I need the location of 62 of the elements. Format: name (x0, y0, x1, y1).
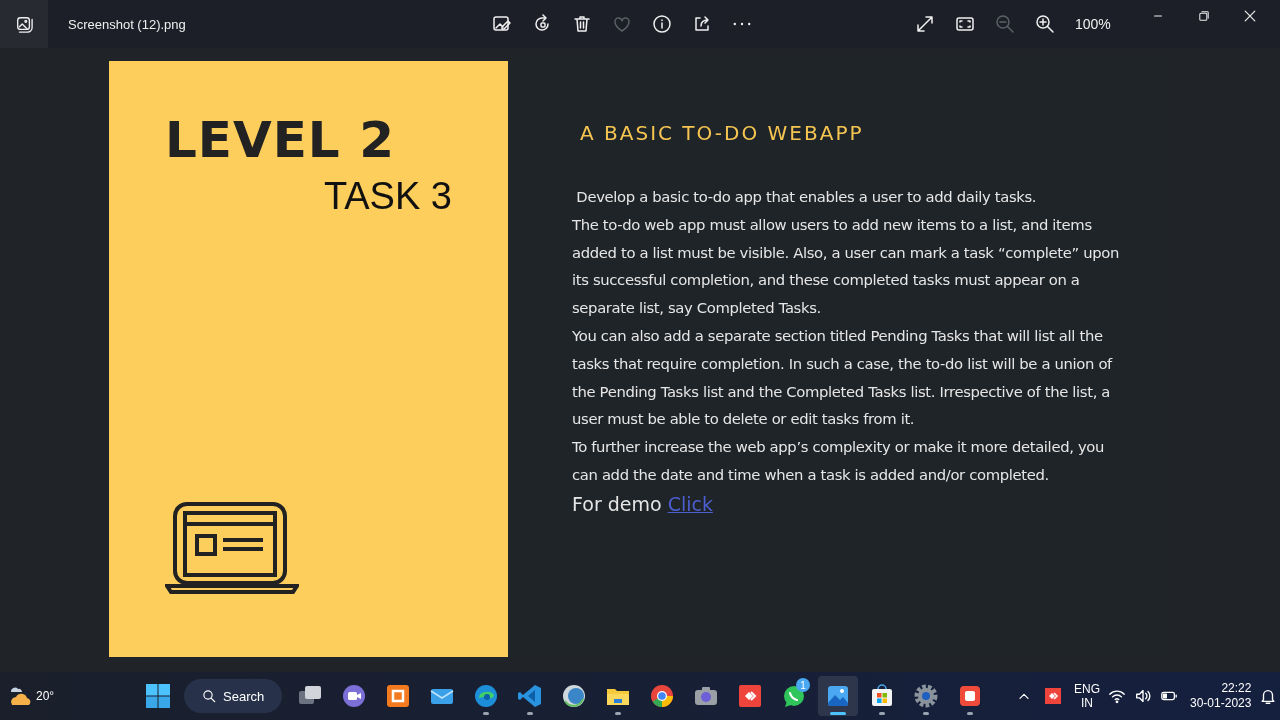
close-icon (1242, 8, 1258, 24)
chrome-icon (649, 683, 675, 709)
language: ENG (1074, 682, 1100, 696)
running-indicator (483, 712, 489, 715)
browser-wave-icon (473, 683, 499, 709)
window-title: Screenshot (12).png (68, 16, 187, 32)
clock-date: 30-01-2023 (1190, 696, 1252, 711)
settings-icon (913, 683, 939, 709)
level-heading: LEVEL 2 (165, 111, 395, 169)
task-heading: TASK 3 (323, 175, 452, 218)
share-icon (692, 14, 712, 34)
running-indicator (923, 712, 929, 715)
running-indicator (615, 712, 621, 715)
notification-bell-icon (1259, 687, 1278, 705)
notification-badge: 1 (796, 678, 810, 692)
chat-bubble-icon (781, 683, 807, 709)
description-paragraph: You can also add a separate section titled Pending Tasks that will list all the tasks that require completion. In such a case, the to-do list will be a union of the Pending Tasks list and the Completed Tasks list. Irrespective of the list, a user must be able to delete or edit tasks from it. (572, 326, 1114, 430)
fit-screen-icon (955, 14, 975, 34)
taskbar-app[interactable]: 1 (774, 676, 814, 716)
running-indicator (967, 712, 973, 715)
wifi-icon (1108, 687, 1126, 705)
xampp-icon (385, 683, 411, 709)
volume-icon (1134, 687, 1152, 705)
description-paragraph: The to-do web app must allow users to add new items to a list, and items added to a list must be visible. Also, a user can mark a task “complete” upon its successful completion, and these completed tasks must appear on a separate list, say Completed Tasks. (572, 214, 1121, 319)
search-icon (202, 688, 217, 704)
running-indicator (527, 712, 533, 715)
expand-icon (915, 14, 935, 34)
zoom-in-icon (1035, 14, 1055, 34)
restore-icon (1197, 9, 1211, 23)
photos-icon (825, 683, 851, 709)
info-icon (652, 14, 672, 34)
store-icon (869, 683, 895, 709)
photos-icon (15, 15, 33, 33)
code-editor-icon (517, 683, 543, 709)
windows-icon (146, 684, 170, 708)
video-chat-icon (341, 683, 367, 709)
globe-icon (561, 683, 587, 709)
record-app-icon (957, 683, 983, 709)
description-paragraph: Develop a basic to-do app that enables a user to add daily tasks. (575, 187, 1038, 207)
photos-app-button[interactable] (0, 0, 48, 48)
info-button[interactable] (650, 12, 674, 36)
running-indicator (830, 712, 846, 715)
more-icon (733, 22, 751, 26)
diamond-app-icon (737, 683, 763, 709)
zoom-level: 100% (1075, 16, 1112, 32)
temperature: 20° (36, 689, 55, 703)
taskbar-app[interactable] (818, 676, 858, 716)
zoom-out-icon (995, 14, 1015, 34)
image-edit-icon (492, 14, 512, 34)
running-indicator (879, 712, 885, 715)
laptop-icon (165, 501, 299, 595)
demo-label: For demo (572, 492, 662, 515)
slide-title: A BASIC TO-DO WEBAPP (580, 121, 865, 145)
rotate-icon (532, 14, 552, 34)
search-button[interactable]: Search (184, 679, 282, 713)
heart-icon (612, 14, 632, 34)
clock-time: 22:22 (1221, 681, 1252, 696)
demo-link[interactable]: Click (667, 492, 713, 515)
region: IN (1081, 696, 1093, 710)
trash-icon (572, 14, 592, 34)
zoom-in-button[interactable] (1033, 12, 1057, 36)
description-paragraph: To further increase the web app’s complexity or make it more detailed, you can add the date and time when a task is added and/or completed. (572, 437, 1106, 485)
